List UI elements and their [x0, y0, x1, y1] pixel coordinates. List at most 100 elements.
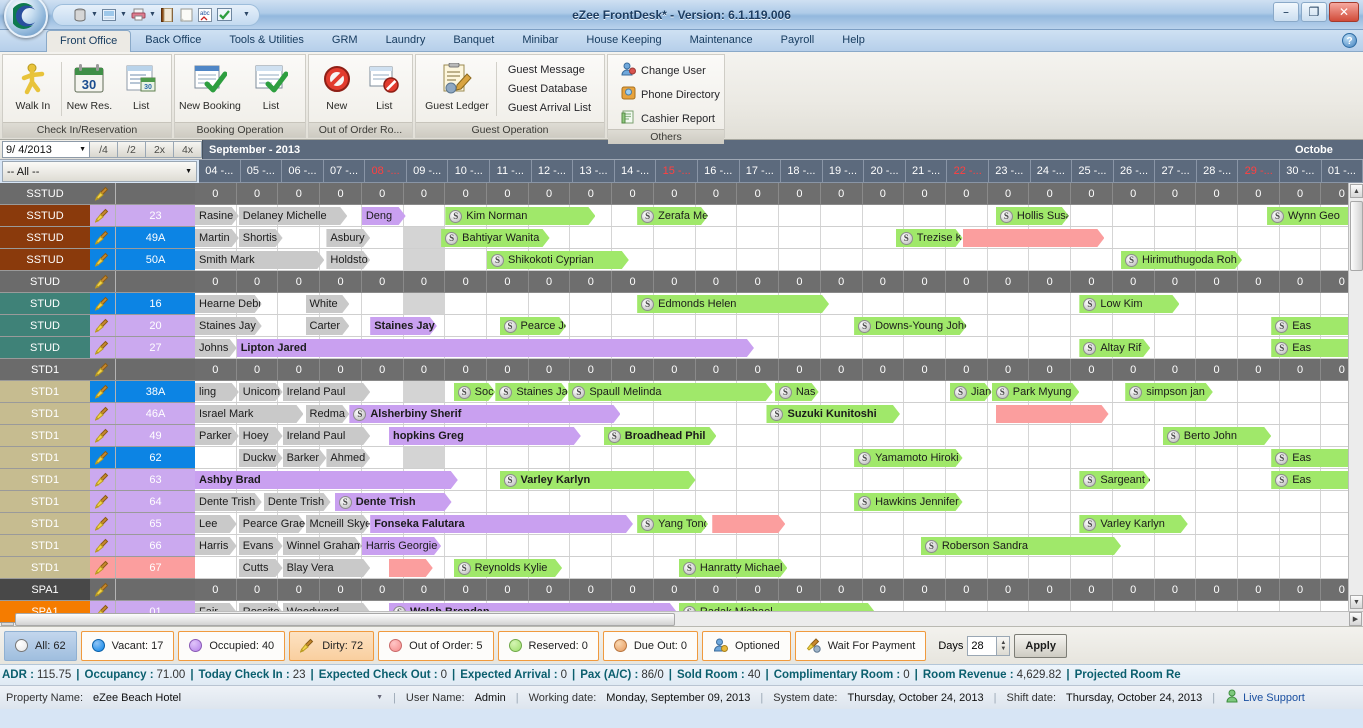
- grid-cell[interactable]: [946, 403, 988, 424]
- grid-cell[interactable]: [904, 381, 946, 402]
- grid-cell[interactable]: [529, 447, 571, 468]
- blocked-cell[interactable]: [403, 293, 446, 314]
- room-number[interactable]: 63: [115, 469, 195, 490]
- room-row[interactable]: STUD: [0, 271, 195, 293]
- grid-cell[interactable]: [946, 425, 988, 446]
- reservation-bar[interactable]: SHollis Susan: [996, 207, 1069, 225]
- grid-cell[interactable]: [737, 535, 780, 556]
- grid-cell[interactable]: [195, 557, 237, 578]
- day-header-cell[interactable]: 27 -...: [1155, 160, 1197, 183]
- legend-item-reserved-0[interactable]: Reserved: 0: [497, 630, 599, 661]
- horizontal-scroll-thumb[interactable]: [15, 612, 675, 626]
- close-button[interactable]: ✕: [1329, 2, 1359, 22]
- grid-cell[interactable]: [612, 491, 654, 512]
- availability-cell[interactable]: 0: [529, 579, 571, 600]
- grid-cell[interactable]: [737, 469, 780, 490]
- availability-cell[interactable]: 0: [1280, 359, 1322, 380]
- availability-cell[interactable]: 0: [654, 183, 696, 204]
- grid-cell[interactable]: [1113, 403, 1155, 424]
- availability-cell[interactable]: 0: [1238, 271, 1280, 292]
- grid-cell[interactable]: [821, 557, 863, 578]
- availability-cell[interactable]: 0: [1280, 271, 1322, 292]
- timeline-area[interactable]: 0 0 0 0 0 0 0 0 0 0 0 0 0 0 0 0 0 0 0 0 0 0 0 0 0 0 0 0 Rasine Delane…: [195, 183, 1363, 611]
- day-header-cell[interactable]: 16 -...: [697, 160, 740, 183]
- availability-summary-row[interactable]: 0000000000000000000000000000: [195, 359, 1363, 381]
- grid-cell[interactable]: [821, 337, 863, 358]
- availability-cell[interactable]: 0: [404, 579, 446, 600]
- grid-cell[interactable]: [1155, 535, 1197, 556]
- grid-cell[interactable]: [1196, 205, 1238, 226]
- reservation-bar[interactable]: S Staines Jay: [495, 383, 568, 401]
- availability-cell[interactable]: 0: [988, 183, 1030, 204]
- menu-tab-laundry[interactable]: Laundry: [372, 29, 440, 51]
- image-icon[interactable]: [100, 6, 118, 24]
- reservation-bar[interactable]: S Jian: [950, 383, 992, 401]
- reservation-row[interactable]: Israel Mark Redma S Alsherbiny Sherif S Suzuk…: [195, 403, 1363, 425]
- grid-cell[interactable]: [779, 469, 821, 490]
- reservation-bar[interactable]: Smith Mark: [195, 251, 324, 269]
- new-out-of-order-button[interactable]: New: [313, 58, 361, 112]
- change-user-link[interactable]: Change User: [618, 60, 723, 81]
- reservation-bar[interactable]: Deng: [362, 207, 406, 225]
- grid-cell[interactable]: [1196, 315, 1238, 336]
- reservation-bar[interactable]: Duckw: [239, 449, 283, 467]
- grid-cell[interactable]: [1155, 315, 1197, 336]
- grid-cell[interactable]: [696, 315, 738, 336]
- availability-cell[interactable]: 0: [320, 359, 362, 380]
- grid-cell[interactable]: [1280, 513, 1322, 534]
- reservation-bar[interactable]: Blay Vera: [283, 559, 371, 577]
- availability-cell[interactable]: 0: [1029, 271, 1072, 292]
- room-row[interactable]: STD1 49: [0, 425, 195, 447]
- availability-cell[interactable]: 0: [612, 271, 654, 292]
- availability-cell[interactable]: 0: [1029, 183, 1072, 204]
- day-header-cell[interactable]: 07 -...: [323, 160, 366, 183]
- booking-list-button[interactable]: List: [241, 58, 301, 112]
- availability-cell[interactable]: 0: [863, 271, 905, 292]
- grid-cell[interactable]: [696, 491, 738, 512]
- grid-cell[interactable]: [487, 293, 529, 314]
- housekeeping-broom-icon[interactable]: [90, 579, 115, 600]
- live-support-link[interactable]: Live Support: [1225, 689, 1305, 706]
- grid-cell[interactable]: [904, 249, 946, 270]
- availability-cell[interactable]: 0: [1071, 359, 1113, 380]
- grid-cell[interactable]: [1238, 403, 1280, 424]
- availability-summary-row[interactable]: 0000000000000000000000000000: [195, 579, 1363, 601]
- grid-cell[interactable]: [904, 601, 946, 611]
- housekeeping-broom-icon[interactable]: [90, 381, 115, 402]
- grid-cell[interactable]: [195, 447, 237, 468]
- grid-cell[interactable]: [1280, 491, 1322, 512]
- grid-cell[interactable]: [696, 535, 738, 556]
- reservation-bar[interactable]: Harris: [195, 537, 237, 555]
- reservation-bar[interactable]: Israel Mark: [195, 405, 303, 423]
- availability-cell[interactable]: 0: [278, 271, 321, 292]
- reservation-row[interactable]: Staines JayCarterStaines JaySPearce Josh…: [195, 315, 1363, 337]
- grid-cell[interactable]: [863, 535, 905, 556]
- availability-cell[interactable]: 0: [1155, 579, 1197, 600]
- availability-cell[interactable]: 0: [1196, 183, 1238, 204]
- grid-cell[interactable]: [1113, 315, 1155, 336]
- grid-cell[interactable]: [1029, 337, 1072, 358]
- day-header-cell[interactable]: 21 -...: [905, 160, 948, 183]
- grid-cell[interactable]: [1155, 447, 1197, 468]
- availability-cell[interactable]: 0: [737, 183, 780, 204]
- grid-cell[interactable]: [1029, 315, 1072, 336]
- housekeeping-broom-icon[interactable]: [90, 557, 115, 578]
- availability-cell[interactable]: 0: [237, 271, 279, 292]
- day-header-cell[interactable]: 24 -...: [1030, 160, 1073, 183]
- room-row[interactable]: STUD 20: [0, 315, 195, 337]
- availability-cell[interactable]: 0: [696, 271, 738, 292]
- grid-cell[interactable]: [1196, 491, 1238, 512]
- room-row[interactable]: SSTUD 23: [0, 205, 195, 227]
- grid-cell[interactable]: [1029, 491, 1072, 512]
- reservation-bar[interactable]: S Berto John: [1163, 427, 1271, 445]
- grid-cell[interactable]: [1280, 601, 1322, 611]
- menu-tab-back-office[interactable]: Back Office: [131, 29, 215, 51]
- grid-cell[interactable]: [1029, 513, 1072, 534]
- grid-cell[interactable]: [1196, 227, 1238, 248]
- grid-cell[interactable]: [1071, 315, 1113, 336]
- grid-cell[interactable]: [863, 337, 905, 358]
- grid-cell[interactable]: [529, 491, 571, 512]
- availability-summary-row[interactable]: 0000000000000000000000000000: [195, 271, 1363, 293]
- grid-cell[interactable]: [1029, 425, 1072, 446]
- reservation-bar[interactable]: Rossite: [239, 603, 283, 611]
